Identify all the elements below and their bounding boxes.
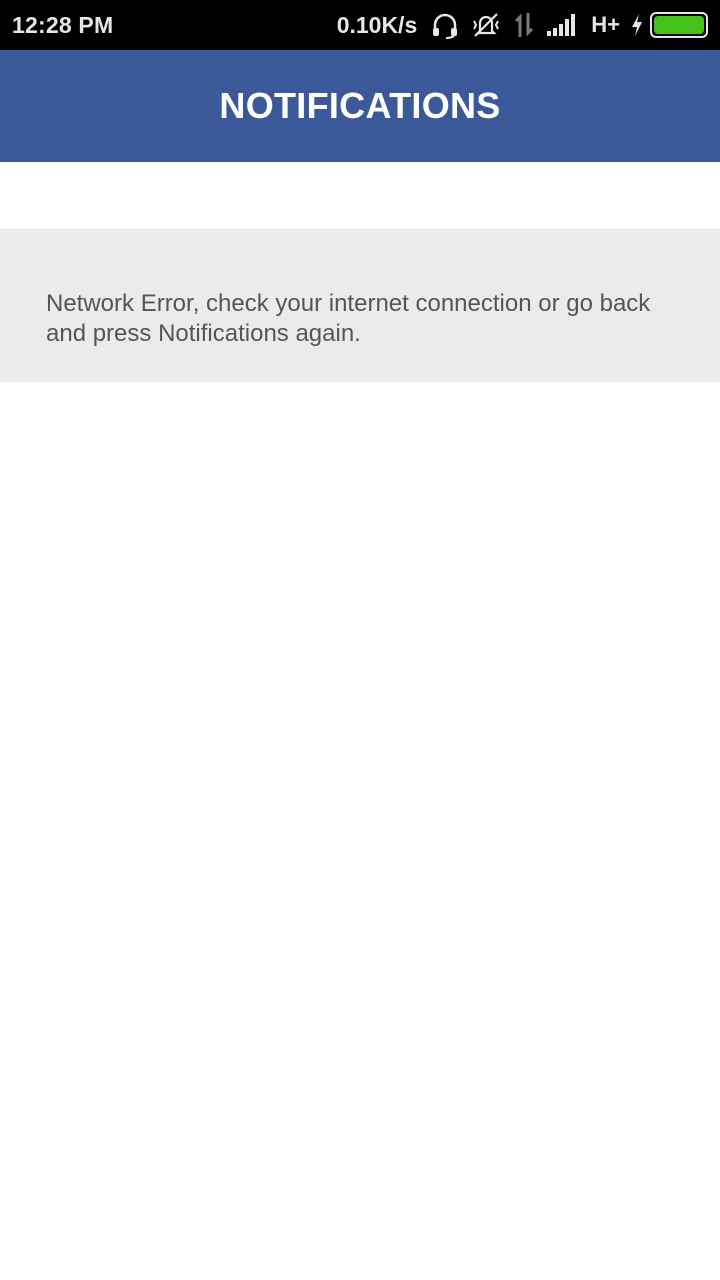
- status-bar: 12:28 PM 0.10K/s H+: [0, 0, 720, 50]
- page-title: NOTIFICATIONS: [219, 85, 501, 126]
- error-message: Network Error, check your internet conne…: [46, 290, 651, 347]
- network-type: H+: [591, 12, 620, 37]
- net-speed: 0.10K/s: [336, 11, 418, 38]
- battery-icon: [650, 12, 708, 38]
- error-panel: Network Error, check your internet conne…: [0, 229, 720, 382]
- vibrate-off-icon: [471, 11, 501, 39]
- status-time: 12:28 PM: [12, 11, 114, 38]
- battery-fill: [654, 16, 704, 34]
- headset-icon: [431, 11, 459, 39]
- app-bar: NOTIFICATIONS: [0, 50, 720, 162]
- charging-icon: [630, 13, 644, 37]
- status-icons: 0.10K/s H+: [337, 0, 708, 50]
- signal-icon: [547, 13, 579, 37]
- data-arrows-icon: [513, 11, 535, 39]
